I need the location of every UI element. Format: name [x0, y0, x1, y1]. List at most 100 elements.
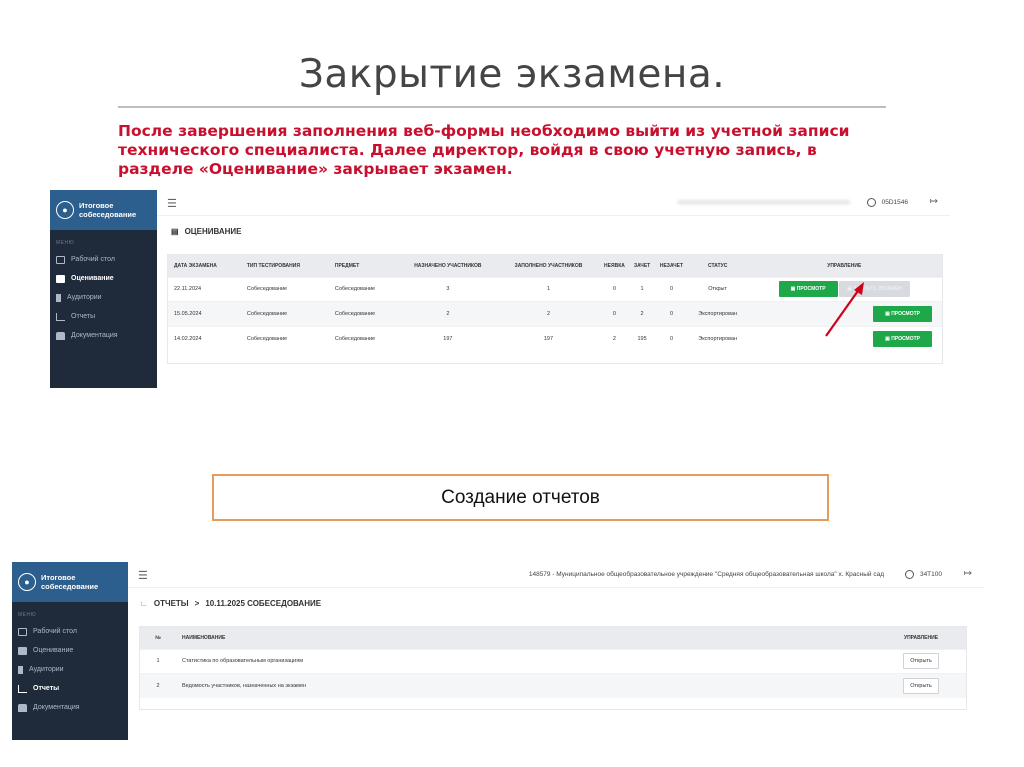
sidebar-item-rooms[interactable]: Аудитории: [50, 288, 157, 307]
logout-icon[interactable]: ↦: [930, 196, 938, 207]
section-title: ОЦЕНИВАНИЕ: [184, 227, 242, 236]
menu-caption: МЕНЮ: [56, 240, 75, 246]
table-row: 2 Ведомость участников, назначенных на э…: [140, 673, 966, 698]
door-icon: [56, 293, 61, 302]
close-exam-button-label: ЗАКРЫТЬ ЭКЗАМЕН: [853, 286, 902, 293]
topbar: ☰ 148579 - Муниципальное общеобразовател…: [128, 562, 984, 588]
cell-pass: 1: [629, 276, 655, 302]
chart-icon: [18, 684, 27, 693]
grading-screenshot: ● Итоговое собеседование МЕНЮ Рабочий ст…: [50, 190, 950, 388]
col-actions: УПРАВЛЕНИЕ: [876, 627, 966, 649]
col-subject: ПРЕДМЕТ: [328, 255, 398, 277]
logo-icon: ●: [18, 573, 36, 591]
cell-fail: 0: [654, 325, 689, 351]
user-icon: [866, 198, 876, 207]
sidebar-item-label: Оценивание: [33, 647, 74, 654]
title-divider: [118, 106, 886, 108]
col-fail: НЕЗАЧЕТ: [654, 255, 689, 277]
cell-fail: 0: [654, 276, 689, 302]
cell-name: Ведомость участников, назначенных на экз…: [176, 673, 876, 698]
logo-icon: ●: [56, 201, 74, 219]
cell-number: 1: [140, 648, 176, 674]
col-date: ДАТА ЭКЗАМЕНА: [168, 255, 241, 277]
sidebar-item-desktop[interactable]: Рабочий стол: [12, 622, 128, 641]
user-icon: [904, 570, 914, 579]
col-filled: ЗАПОЛНЕНО УЧАСТНИКОВ: [498, 255, 599, 277]
brand: Итоговое собеседование: [79, 201, 136, 219]
monitor-icon: [56, 255, 65, 264]
instruction-text: После завершения заполнения веб-формы не…: [118, 122, 850, 178]
cell-date: 15.05.2024: [168, 301, 241, 326]
sidebar-item-desktop[interactable]: Рабочий стол: [50, 250, 157, 269]
col-name: НАИМЕНОВАНИЕ: [176, 627, 876, 649]
view-button-label: ПРОСМОТР: [891, 335, 920, 342]
col-assigned: НАЗНАЧЕНО УЧАСТНИКОВ: [397, 255, 498, 277]
sidebar-item-docs[interactable]: Документация: [12, 698, 128, 717]
exams-table-card: ДАТА ЭКЗАМЕНА ТИП ТЕСТИРОВАНИЯ ПРЕДМЕТ Н…: [167, 254, 943, 364]
cell-type: Собеседование: [240, 276, 329, 302]
sidebar-item-label: Рабочий стол: [71, 256, 115, 263]
user-code: 34T100: [919, 571, 942, 578]
open-button[interactable]: Открыть: [903, 653, 939, 670]
cell-status: Экспортирован: [688, 301, 747, 326]
sidebar: ● Итоговое собеседование МЕНЮ Рабочий ст…: [50, 190, 157, 388]
page-title: ▤ ОЦЕНИВАНИЕ: [171, 227, 242, 236]
org-name: 148579 - Муниципальное общеобразовательн…: [528, 571, 884, 578]
sidebar-item-label: Документация: [71, 332, 118, 339]
view-button[interactable]: ▣ ПРОСМОТР: [778, 281, 838, 298]
sidebar-item-reports[interactable]: Отчеты: [12, 679, 128, 698]
brand-line1: Итоговое: [41, 573, 76, 582]
logout-icon[interactable]: ↦: [964, 568, 972, 579]
col-number: №: [140, 627, 176, 649]
sidebar-item-rooms[interactable]: Аудитории: [12, 660, 128, 679]
breadcrumb-separator: >: [194, 599, 200, 608]
breadcrumb-root[interactable]: ОТЧЕТЫ: [154, 599, 189, 608]
user-menu[interactable]: 05D1546: [866, 198, 908, 207]
cell-assigned: 2: [397, 301, 498, 326]
cell-status: Открыт: [688, 276, 747, 302]
chart-icon: ∟: [140, 599, 148, 608]
checklist-icon: [18, 646, 27, 655]
cell-filled: 1: [498, 276, 599, 302]
view-button-label: ПРОСМОТР: [796, 286, 826, 293]
sidebar-item-label: Оценивание: [71, 275, 114, 282]
sidebar-item-label: Аудитории: [67, 294, 102, 301]
topbar: ☰ xxxxxxxxxxxxxxxxxxxxxxxxxxxxxxxxxxxxxx…: [157, 190, 950, 216]
cell-actions: ▣ ПРОСМОТР: [746, 325, 942, 351]
menu-icon[interactable]: ☰: [138, 569, 148, 582]
cell-filled: 197: [498, 325, 599, 351]
cell-date: 14.02.2024: [168, 325, 241, 351]
cell-assigned: 197: [397, 325, 498, 351]
user-code: 05D1546: [881, 199, 908, 206]
sidebar-item-label: Отчеты: [71, 313, 96, 320]
sidebar-item-label: Рабочий стол: [33, 628, 77, 635]
sidebar-item-grading[interactable]: Оценивание: [50, 269, 157, 288]
table-row: 15.05.2024 Собеседование Собеседование 2…: [168, 301, 942, 326]
col-pass: ЗАЧЕТ: [629, 255, 655, 277]
brand-line2: собеседование: [79, 210, 137, 219]
cell-subject: Собеседование: [328, 301, 398, 326]
cell-name: Статистика по образовательным организаци…: [176, 648, 876, 674]
view-button[interactable]: ▣ ПРОСМОТР: [873, 305, 932, 322]
open-button[interactable]: Открыть: [903, 678, 939, 694]
view-button[interactable]: ▣ ПРОСМОТР: [873, 330, 932, 347]
cell-subject: Собеседование: [328, 276, 398, 302]
sidebar: ● Итоговое собеседование МЕНЮ Рабочий ст…: [12, 562, 128, 740]
sidebar-item-docs[interactable]: Документация: [50, 326, 157, 345]
reports-table-card: № НАИМЕНОВАНИЕ УПРАВЛЕНИЕ 1 Статистика п…: [139, 626, 967, 710]
sidebar-item-grading[interactable]: Оценивание: [12, 641, 128, 660]
user-menu[interactable]: 34T100: [904, 570, 942, 579]
col-absent: НЕЯВКА: [598, 255, 630, 277]
slide: Закрытие экзамена. После завершения запо…: [0, 0, 1024, 767]
sidebar-header: ● Итоговое собеседование: [50, 190, 157, 230]
cell-pass: 195: [629, 325, 655, 351]
cell-pass: 2: [629, 301, 655, 326]
menu-icon[interactable]: ☰: [167, 197, 177, 210]
cell-status: Экспортирован: [688, 325, 747, 351]
sidebar-item-reports[interactable]: Отчеты: [50, 307, 157, 326]
close-exam-button[interactable]: ▣ ЗАКРЫТЬ ЭКЗАМЕН: [839, 281, 910, 298]
brand-line2: собеседование: [41, 582, 99, 591]
table-row: 1 Статистика по образовательным организа…: [140, 648, 966, 674]
cell-number: 2: [140, 673, 176, 698]
cell-absent: 0: [598, 301, 630, 326]
